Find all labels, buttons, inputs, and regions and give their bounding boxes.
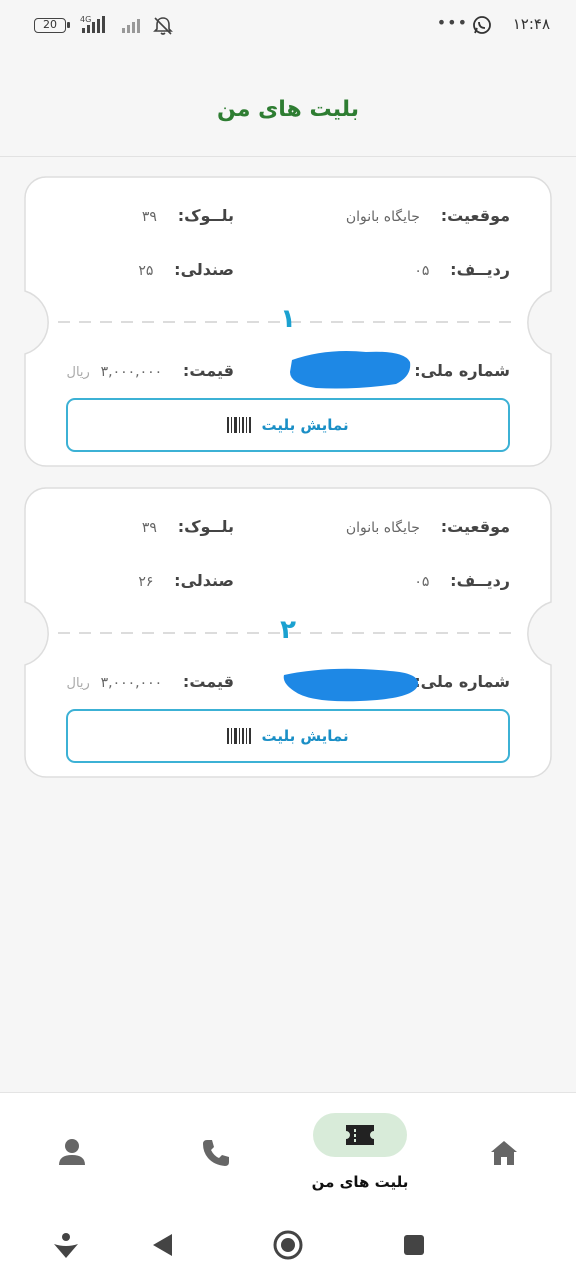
barcode-icon [227, 728, 252, 744]
seat-value: ۲۵ [138, 263, 154, 279]
seat-label: صندلی: [174, 571, 234, 590]
show-ticket-button[interactable]: نمایش بلیت [66, 398, 510, 452]
home-icon [491, 1141, 517, 1165]
home-button-icon[interactable] [272, 1229, 304, 1261]
nav-item-phone[interactable] [200, 1137, 232, 1173]
currency-label: ریال [66, 676, 90, 691]
row-row: ردیــف: ۰۵ [414, 571, 510, 590]
row-value: ۰۵ [414, 263, 430, 279]
block-row: بلــوک: ۳۹ [142, 206, 234, 225]
bottom-nav: بلیت های من [0, 1092, 576, 1211]
seat-row: صندلی: ۲۵ [138, 260, 234, 279]
clock: ۱۲:۴۸ [512, 15, 550, 33]
more-notifications-icon: ••• [436, 13, 468, 32]
national-id-row: شماره ملی: [414, 672, 510, 691]
block-value: ۳۹ [141, 520, 157, 536]
row-row: ردیــف: ۰۵ [414, 260, 510, 279]
row-label: ردیــف: [450, 571, 510, 590]
ticket-card-1: موقعیت: جایگاه بانوان بلــوک: ۳۹ ردیــف:… [24, 176, 552, 467]
location-row: موقعیت: جایگاه بانوان [346, 206, 510, 225]
block-label: بلــوک: [177, 517, 234, 536]
ticket-card-2: موقعیت: جایگاه بانوان بلــوک: ۳۹ ردیــف:… [24, 487, 552, 778]
national-id-label: شماره ملی: [414, 361, 510, 380]
block-value: ۳۹ [141, 209, 157, 225]
status-bar: 20 4G ••• ۱۲:۴۸ [0, 0, 576, 52]
system-nav-bar [0, 1210, 576, 1280]
location-row: موقعیت: جایگاه بانوان [346, 517, 510, 536]
profile-icon [59, 1139, 85, 1165]
show-ticket-label: نمایش بلیت [261, 727, 349, 745]
ticket-number: ۱ [280, 304, 296, 334]
price-label: قیمت: [182, 672, 234, 691]
nav-item-profile[interactable] [58, 1137, 86, 1171]
barcode-icon [227, 417, 252, 433]
page-title: بلیت های من [217, 97, 359, 122]
seat-row: صندلی: ۲۶ [138, 571, 234, 590]
price-value: ۳,۰۰۰,۰۰۰ [100, 364, 163, 380]
back-icon[interactable] [150, 1232, 176, 1258]
recents-icon[interactable] [402, 1233, 426, 1257]
price-row: قیمت: ۳,۰۰۰,۰۰۰ ریال [67, 672, 235, 691]
nav-label-my-tickets: بلیت های من [311, 1173, 409, 1191]
show-ticket-label: نمایش بلیت [261, 416, 349, 434]
national-id-label: شماره ملی: [414, 672, 510, 691]
ticket-icon [346, 1125, 374, 1145]
network-type: 4G [80, 15, 91, 24]
redacted-national-id [283, 668, 419, 702]
signal-icon: 4G [80, 15, 105, 33]
currency-label: ریال [66, 365, 90, 380]
location-label: موقعیت: [440, 206, 510, 225]
row-value: ۰۵ [414, 574, 430, 590]
block-row: بلــوک: ۳۹ [142, 517, 234, 536]
location-value: جایگاه بانوان [345, 520, 420, 536]
battery-icon: 20 [34, 18, 70, 33]
location-value: جایگاه بانوان [345, 209, 420, 225]
show-ticket-button[interactable]: نمایش بلیت [66, 709, 510, 763]
location-label: موقعیت: [440, 517, 510, 536]
seat-label: صندلی: [174, 260, 234, 279]
block-label: بلــوک: [177, 206, 234, 225]
nav-item-home[interactable] [489, 1139, 519, 1171]
price-value: ۳,۰۰۰,۰۰۰ [100, 675, 163, 691]
price-label: قیمت: [182, 361, 234, 380]
phone-icon [203, 1140, 229, 1166]
app-header: بلیت های من [0, 52, 576, 157]
row-label: ردیــف: [450, 260, 510, 279]
signal-icon-2 [122, 19, 140, 33]
seat-value: ۲۶ [138, 574, 154, 590]
national-id-row: شماره ملی: [414, 361, 510, 380]
bell-off-icon [153, 17, 173, 35]
ticket-number: ۲ [280, 615, 296, 645]
assistant-icon[interactable] [52, 1232, 80, 1260]
nav-item-my-tickets[interactable] [313, 1113, 407, 1157]
price-row: قیمت: ۳,۰۰۰,۰۰۰ ریال [67, 361, 235, 380]
redacted-national-id [290, 351, 411, 389]
whatsapp-icon [473, 16, 491, 34]
